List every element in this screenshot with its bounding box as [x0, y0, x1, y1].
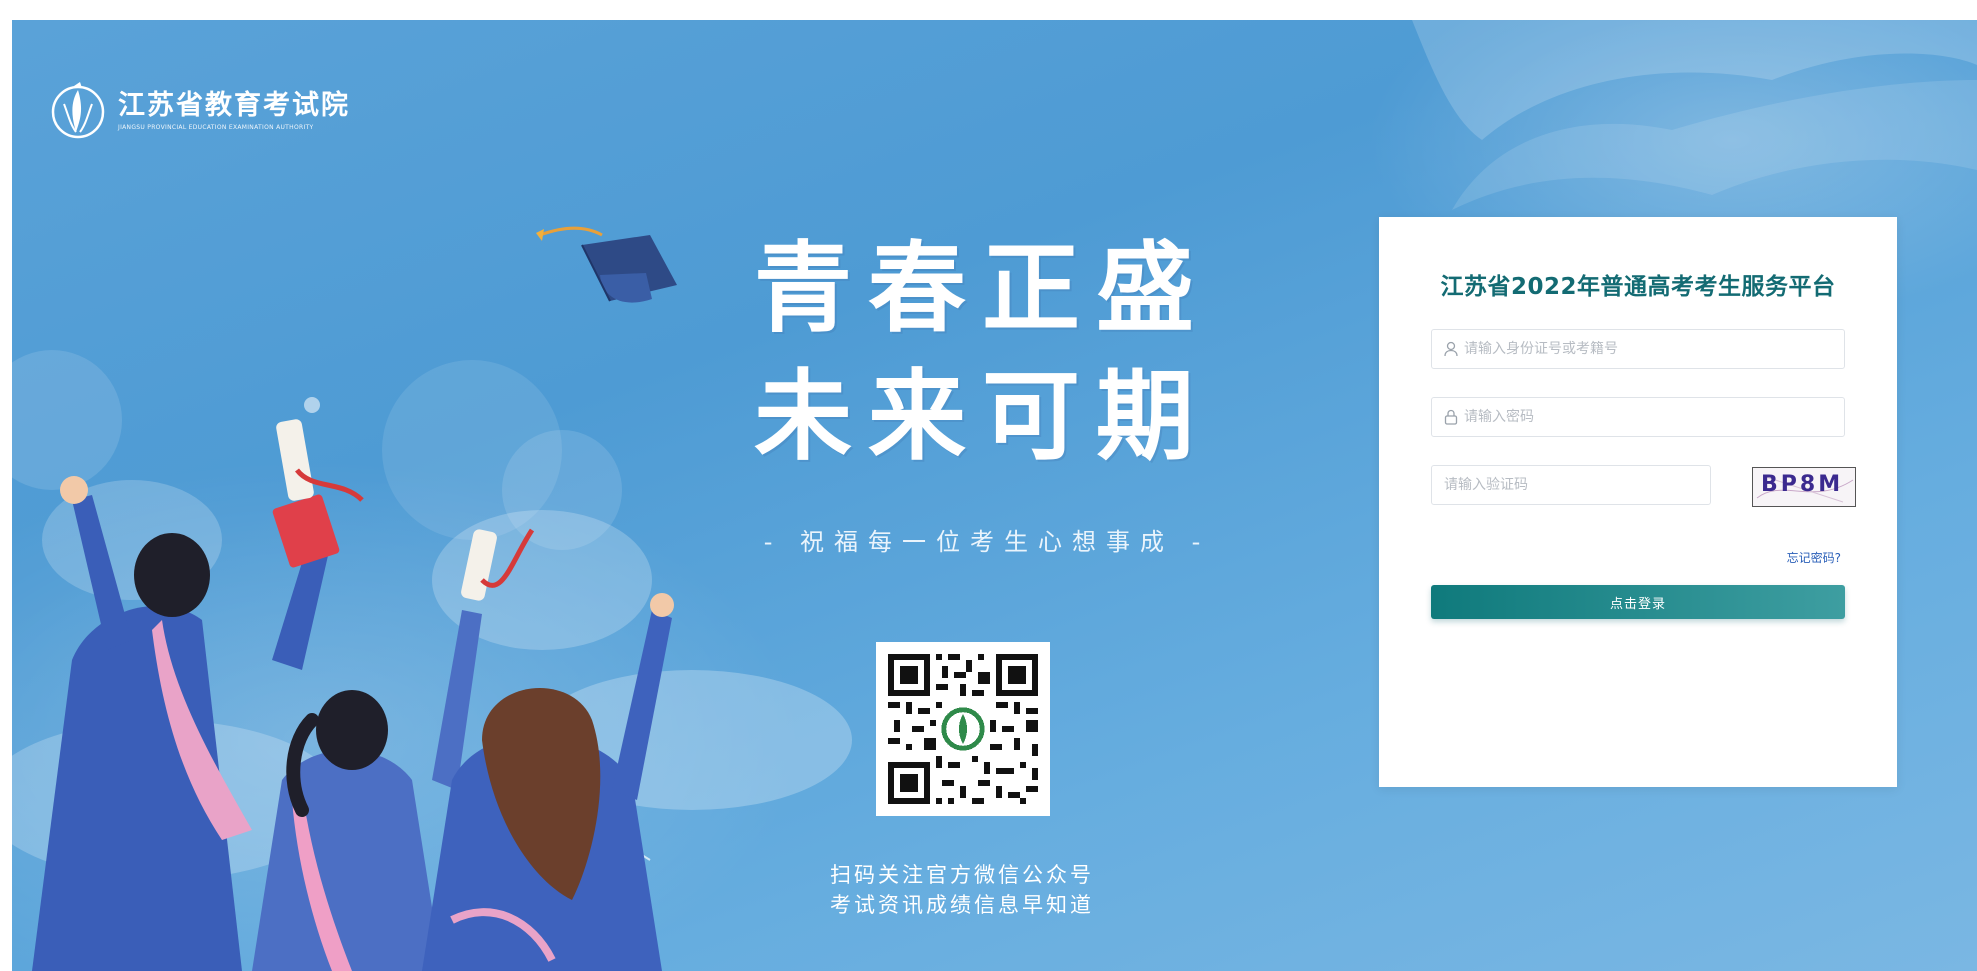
password-input[interactable] [1460, 399, 1844, 435]
qr-caption-line-2: 考试资讯成绩信息早知道 [830, 893, 1094, 917]
hero-slogan: 青春正盛 未来可期 [752, 225, 1212, 481]
brand-logo[interactable]: 江苏省教育考试院 JIANGSU PROVINCIAL EDUCATION EX… [50, 80, 350, 140]
captcha-text: BP8M [1761, 472, 1844, 497]
wechat-qr-code [876, 642, 1050, 816]
platform-title: 江苏省2022年普通高考考生服务平台 [1440, 274, 1836, 300]
id-number-field[interactable] [1431, 329, 1845, 369]
slogan-line-2: 未来可期 [753, 359, 1210, 474]
graduates-illustration [32, 419, 674, 971]
password-field[interactable] [1431, 397, 1845, 437]
login-page-background: 江苏省教育考试院 JIANGSU PROVINCIAL EDUCATION EX… [12, 20, 1977, 971]
graduation-cap-icon [536, 226, 677, 303]
forgot-password-link[interactable]: 忘记密码? [1787, 549, 1841, 566]
education-authority-emblem-icon [51, 82, 105, 139]
brand-name-en: JIANGSU PROVINCIAL EDUCATION EXAMINATION… [118, 123, 314, 131]
hero-wish: - 祝福每一位考生心想事成 - [763, 528, 1211, 556]
qr-caption-line-1: 扫码关注官方微信公众号 [830, 863, 1094, 887]
login-button[interactable]: 点击登录 [1431, 585, 1845, 619]
brand-name-cn: 江苏省教育考试院 [118, 89, 350, 121]
captcha-field[interactable] [1431, 465, 1711, 505]
captcha-image[interactable]: BP8M [1752, 467, 1856, 507]
qr-caption: 扫码关注官方微信公众号 考试资讯成绩信息早知道 [792, 860, 1132, 920]
login-card: 江苏省2022年普通高考考生服务平台 BP8M 忘记密码? [1379, 217, 1897, 787]
captcha-input[interactable] [1432, 467, 1710, 503]
qr-code-icon [876, 642, 1050, 816]
brand-text: 江苏省教育考试院 JIANGSU PROVINCIAL EDUCATION EX… [118, 90, 350, 131]
lock-icon [1444, 409, 1458, 425]
id-number-input[interactable] [1460, 331, 1844, 367]
user-icon [1444, 341, 1458, 357]
slogan-line-1: 青春正盛 [753, 231, 1210, 346]
